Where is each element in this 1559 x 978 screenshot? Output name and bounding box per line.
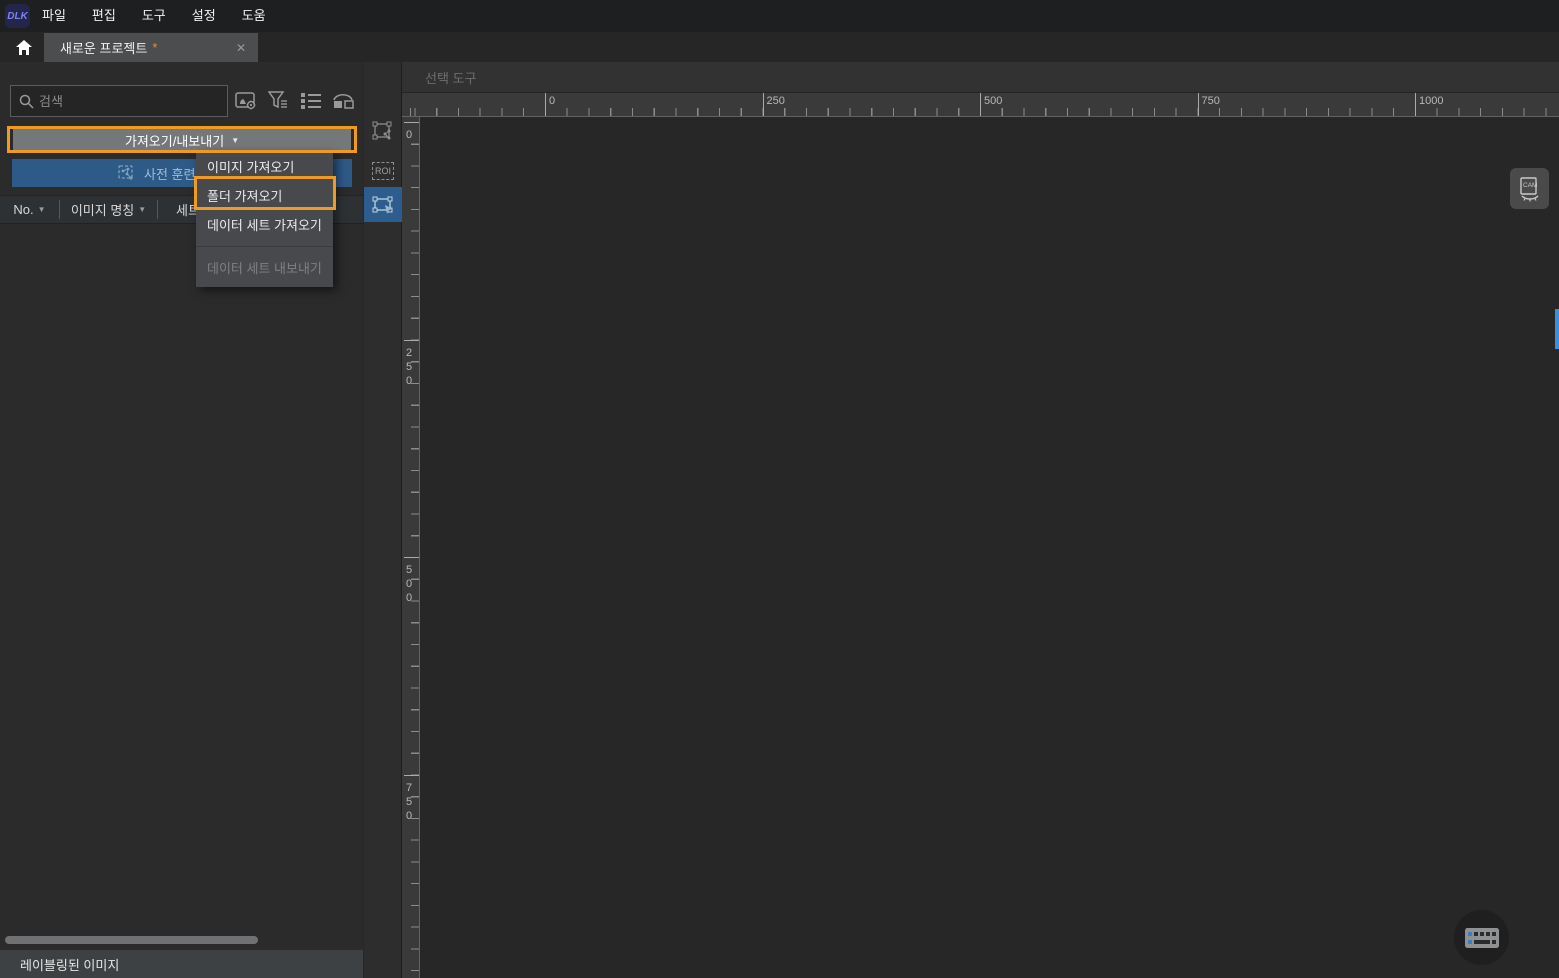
camera-icon: CAM	[1517, 176, 1543, 202]
roi-tool-button[interactable]: ROI	[364, 156, 402, 186]
column-header-image-name[interactable]: 이미지 명칭 ▼	[60, 196, 157, 223]
selection-tool-icon	[371, 194, 395, 216]
v-ruler-minor-ticks	[411, 117, 419, 978]
canvas-viewport[interactable]	[420, 117, 1559, 978]
search-input[interactable]	[39, 86, 225, 116]
menu-item-import-folder[interactable]: 폴더 가져오기	[196, 182, 333, 211]
h-ruler-tick	[545, 93, 546, 117]
v-ruler-label: 7 5 0	[406, 781, 412, 823]
h-ruler-tick	[1198, 93, 1199, 117]
right-panel-handle[interactable]	[1555, 309, 1559, 349]
v-ruler-tick	[404, 340, 419, 341]
h-ruler-label: 500	[984, 95, 1002, 107]
keyboard-icon	[1465, 928, 1499, 948]
v-ruler-tick	[404, 122, 419, 123]
import-export-button[interactable]: 가져오기/내보내기 ▼	[13, 129, 351, 151]
sort-arrow-icon: ▼	[38, 205, 46, 214]
horizontal-scrollbar-thumb[interactable]	[5, 936, 258, 944]
v-ruler: 0 2 5 0 5 0 0 7 5 0	[402, 117, 420, 978]
column-label: 이미지 명칭	[71, 200, 134, 219]
tab-modified-marker: *	[152, 40, 157, 55]
menu-divider	[196, 246, 333, 247]
column-header-no[interactable]: No. ▼	[0, 196, 59, 223]
column-label: No.	[13, 202, 33, 217]
chevron-down-icon: ▼	[231, 136, 239, 145]
filter-icon	[268, 91, 290, 111]
h-ruler-label: 1000	[1419, 95, 1443, 107]
app-logo[interactable]: DLK	[5, 4, 30, 28]
home-button[interactable]	[8, 34, 40, 60]
labeled-images-status-bar: 레이블링된 이미지	[0, 950, 363, 978]
app-window: DLK 파일 편집 도구 설정 도움 새로운 프로젝트 * ✕	[0, 0, 1559, 978]
home-icon	[16, 40, 32, 55]
h-ruler-tick	[763, 93, 764, 117]
menu-settings[interactable]: 설정	[192, 0, 216, 32]
menu-tools[interactable]: 도구	[142, 0, 166, 32]
menu-item-import-images[interactable]: 이미지 가져오기	[196, 153, 333, 182]
tool-sidebar: ROI	[364, 62, 402, 978]
panel-icon-bar	[234, 88, 355, 113]
h-ruler-tick	[1415, 93, 1416, 117]
image-settings-button[interactable]	[234, 88, 259, 113]
menu-help[interactable]: 도움	[242, 0, 266, 32]
display-mode-button[interactable]	[330, 88, 355, 113]
tab-title: 새로운 프로젝트	[60, 38, 147, 57]
virtual-keyboard-button[interactable]	[1454, 910, 1509, 965]
v-ruler-tick	[404, 557, 419, 558]
menu-item-import-dataset[interactable]: 데이터 세트 가져오기	[196, 211, 333, 240]
tab-close-icon[interactable]: ✕	[236, 41, 246, 55]
tab-bar: 새로운 프로젝트 * ✕	[0, 32, 1559, 62]
menu-edit[interactable]: 편집	[92, 0, 116, 32]
search-box	[10, 85, 228, 117]
camera-button[interactable]: CAM	[1510, 168, 1549, 209]
model-nodes-icon	[118, 165, 135, 181]
selection-tool-button[interactable]	[364, 187, 402, 222]
list-view-button[interactable]	[298, 88, 323, 113]
tool-options-bar: 선택 도구	[402, 62, 1559, 93]
h-ruler-label: 750	[1202, 95, 1220, 107]
v-ruler-label: 0	[406, 128, 412, 142]
image-settings-icon	[235, 91, 258, 111]
svg-text:CAM: CAM	[1523, 182, 1537, 189]
v-ruler-label: 2 5 0	[406, 346, 412, 388]
menu-item-export-dataset: 데이터 세트 내보내기	[196, 254, 333, 283]
pretrain-label: 사전 훈련	[144, 164, 195, 183]
tab-new-project[interactable]: 새로운 프로젝트 * ✕	[44, 33, 258, 62]
menu-bar: DLK 파일 편집 도구 설정 도움	[0, 0, 1559, 32]
import-export-dropdown-menu: 이미지 가져오기 폴더 가져오기 데이터 세트 가져오기 데이터 세트 내보내기	[196, 150, 333, 287]
menu-file[interactable]: 파일	[42, 0, 66, 32]
h-ruler-label: 0	[549, 95, 555, 107]
filter-button[interactable]	[266, 88, 291, 113]
v-ruler-tick	[404, 775, 419, 776]
smart-label-tool-button[interactable]	[364, 117, 402, 147]
v-ruler-label: 5 0 0	[406, 563, 412, 605]
h-ruler: 0 250 500 750 1000	[402, 93, 1559, 117]
search-icon	[19, 94, 34, 109]
menu-items: 파일 편집 도구 설정 도움	[42, 0, 266, 32]
list-view-icon	[300, 92, 322, 110]
h-ruler-label: 250	[767, 95, 785, 107]
h-ruler-tick	[980, 93, 981, 117]
roi-tool-icon: ROI	[372, 162, 394, 180]
sort-arrow-icon: ▼	[138, 205, 146, 214]
import-export-label: 가져오기/내보내기	[125, 131, 224, 150]
status-label: 레이블링된 이미지	[20, 955, 119, 974]
smart-label-tool-icon	[372, 121, 394, 143]
tool-options-label: 선택 도구	[425, 68, 476, 87]
display-mode-icon	[331, 91, 355, 111]
